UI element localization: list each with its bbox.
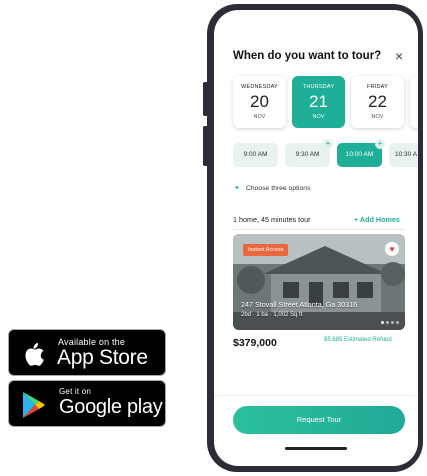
day-card-friday[interactable]: FRIDAY 22 NOV bbox=[351, 76, 404, 128]
listing-card[interactable]: Instant Access ♥ 247 Stovall Street Atla… bbox=[233, 234, 405, 330]
tour-summary: 1 home, 45 minutes tour bbox=[233, 215, 311, 224]
day-of-week: WEDNESDAY bbox=[241, 84, 278, 90]
bottom-divider bbox=[214, 395, 418, 396]
pager-dot bbox=[381, 321, 384, 324]
google-play-badge[interactable]: Get it on Google play bbox=[8, 380, 166, 427]
plus-icon: + bbox=[323, 139, 333, 149]
divider bbox=[233, 229, 405, 230]
heart-icon[interactable]: ♥ bbox=[385, 242, 399, 256]
time-slot-9-30[interactable]: 9:30 AM + bbox=[285, 139, 333, 167]
instant-access-badge: Instant Access bbox=[243, 244, 289, 256]
app-store-big-text: App Store bbox=[57, 346, 148, 369]
estimated-refund: $5,685 Estimated Refund bbox=[324, 337, 392, 343]
day-month: NOV bbox=[371, 114, 384, 120]
listing-details: 2bd · 1 ba · 1,002 Sq ft bbox=[241, 312, 303, 318]
day-number: 22 bbox=[368, 92, 387, 111]
day-card-thursday[interactable]: THURSDAY 21 NOV bbox=[292, 76, 345, 128]
listing-address: 247 Stovall Street Atlanta, Ga 30316 bbox=[241, 300, 358, 309]
time-slot-10-00[interactable]: 10:00 AM + bbox=[337, 139, 385, 167]
google-play-icon bbox=[20, 390, 48, 420]
choose-hint: ✦ Choose three options bbox=[234, 184, 311, 192]
photo-pager bbox=[381, 321, 399, 324]
time-slot-10-30[interactable]: 10:30 A bbox=[389, 143, 418, 167]
day-of-week: FRIDAY bbox=[367, 84, 388, 90]
plus-icon: + bbox=[375, 139, 385, 149]
app-store-badge[interactable]: Available on the App Store bbox=[8, 329, 166, 376]
info-icon: ✦ bbox=[234, 185, 240, 192]
add-homes-link[interactable]: + Add Homes bbox=[354, 215, 400, 224]
google-play-big-text: Google play bbox=[59, 396, 163, 418]
day-number: 20 bbox=[250, 92, 269, 111]
home-indicator bbox=[285, 447, 347, 450]
pager-dot bbox=[386, 321, 389, 324]
choose-label: Choose three options bbox=[245, 185, 311, 192]
pager-dot bbox=[391, 321, 394, 324]
day-of-week: THURSDAY bbox=[302, 84, 335, 90]
day-card-partial[interactable] bbox=[410, 76, 418, 128]
phone-screen: When do you want to tour? × WEDNESDAY 20… bbox=[214, 10, 418, 466]
tour-title: When do you want to tour? bbox=[233, 50, 382, 62]
day-month: NOV bbox=[253, 114, 266, 120]
time-slot-9-00[interactable]: 9:00 AM bbox=[233, 143, 278, 167]
time-slot-label: 9:30 AM bbox=[295, 151, 320, 158]
apple-icon bbox=[20, 339, 48, 369]
close-icon[interactable]: × bbox=[395, 48, 403, 64]
day-card-wednesday[interactable]: WEDNESDAY 20 NOV bbox=[233, 76, 286, 128]
request-tour-button[interactable]: Request Tour bbox=[233, 406, 405, 434]
google-play-small-text: Get it on bbox=[59, 387, 92, 396]
time-slot-label: 10:00 AM bbox=[345, 151, 374, 158]
day-number: 21 bbox=[309, 92, 328, 111]
listing-price: $379,000 bbox=[233, 337, 277, 349]
day-month: NOV bbox=[312, 114, 325, 120]
pager-dot bbox=[396, 321, 399, 324]
